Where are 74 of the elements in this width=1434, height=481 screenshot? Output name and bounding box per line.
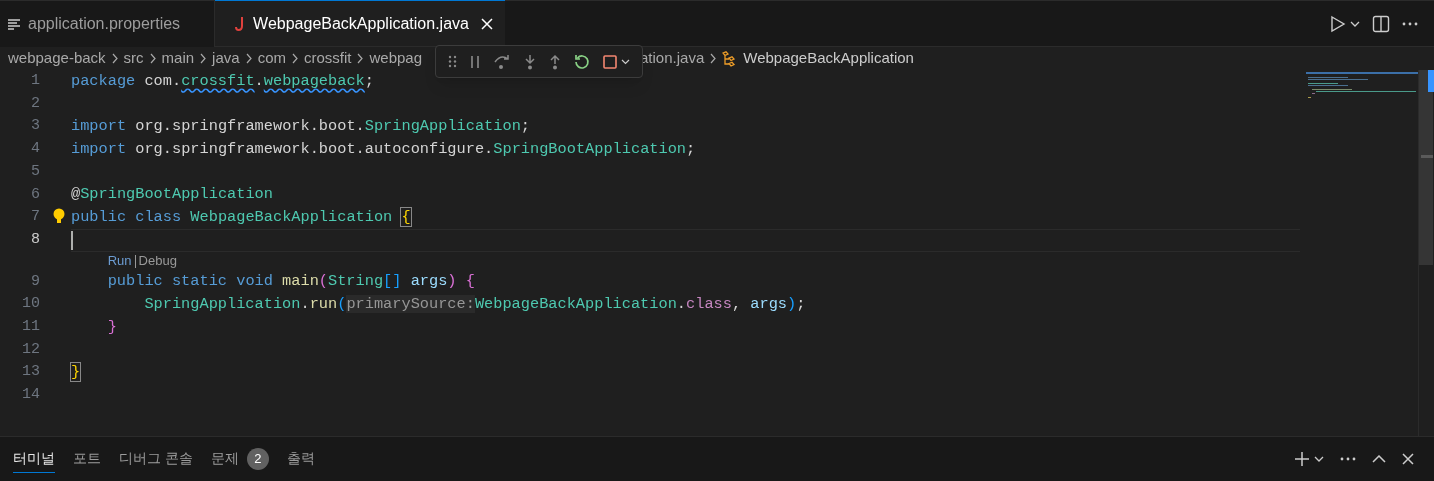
line-number: 11	[21, 316, 40, 337]
count-badge: 2	[246, 447, 269, 470]
editor-tab[interactable]: application.properties	[0, 1, 216, 47]
breadcrumb-item[interactable]: webpage-back	[8, 47, 106, 70]
more-icon[interactable]	[1340, 457, 1356, 461]
chevron-right-icon	[710, 53, 717, 64]
chevron-up-icon[interactable]	[1372, 455, 1386, 463]
breadcrumb-item[interactable]: crossfit	[303, 47, 352, 70]
stop-icon	[603, 54, 617, 69]
line-number: 3	[30, 116, 40, 137]
code-line: public static void main(String[] args) {	[107, 271, 475, 293]
pause-icon[interactable]	[470, 54, 480, 69]
close-icon[interactable]	[1402, 453, 1414, 465]
line-number: 4	[30, 139, 40, 160]
chevron-right-icon	[149, 53, 156, 64]
step-into-icon[interactable]	[524, 53, 536, 70]
run-button[interactable]	[1330, 14, 1360, 33]
split-editor-icon[interactable]	[1372, 14, 1390, 33]
line-number: 2	[30, 93, 40, 114]
step-over-icon[interactable]	[493, 53, 511, 70]
line-number: 13	[21, 362, 40, 383]
line-number: 8	[30, 229, 40, 250]
chevron-down-icon	[1350, 20, 1360, 27]
line-number: 5	[30, 161, 40, 182]
line-number: 12	[21, 339, 40, 360]
breadcrumb-item[interactable]: src	[123, 47, 144, 70]
code-line: public class WebpageBackApplication {	[71, 207, 411, 228]
grip-icon[interactable]	[448, 55, 457, 68]
step-out-icon[interactable]	[549, 53, 561, 70]
code-line: @SpringBootApplication	[71, 184, 273, 206]
chevron-right-icon	[245, 53, 252, 64]
plus-icon	[1294, 451, 1310, 467]
codelens-link[interactable]: Run	[107, 251, 132, 271]
chevron-right-icon	[111, 53, 118, 64]
line-number: 10	[21, 294, 40, 315]
line-number: 6	[30, 184, 40, 205]
line-number: 7	[30, 207, 40, 228]
chevron-right-icon	[200, 53, 207, 64]
chevron-down-icon	[1314, 456, 1324, 462]
new-terminal-button[interactable]	[1294, 451, 1324, 467]
more-icon[interactable]	[1402, 21, 1418, 26]
stop-button[interactable]	[603, 54, 630, 69]
code-line: import org.springframework.boot.autoconfigure.SpringBootApplication;	[71, 138, 696, 160]
line-number: 14	[21, 385, 40, 406]
panel-tab[interactable]: 터미널	[13, 445, 55, 473]
line-number: 1	[30, 71, 40, 92]
chevron-down-icon	[621, 58, 630, 65]
play-icon	[1330, 14, 1346, 33]
panel-tab[interactable]: 디버그 콘솔	[119, 445, 193, 473]
lightbulb-icon[interactable]	[52, 208, 66, 226]
editor-tab[interactable]: WebpageBackApplication.java	[215, 0, 505, 46]
java-file-icon	[235, 16, 246, 31]
chevron-right-icon	[357, 53, 364, 64]
text-cursor	[71, 230, 73, 250]
chevron-right-icon	[291, 53, 298, 64]
code-line: }	[71, 362, 81, 384]
panel-tab[interactable]: 출력	[286, 445, 315, 473]
lines-icon	[8, 18, 20, 30]
code-line: import org.springframework.boot.SpringApplication;	[71, 116, 530, 138]
breadcrumb-item[interactable]: main	[161, 47, 195, 70]
scrollbar[interactable]	[1418, 70, 1434, 436]
code-line: package com.crossfit.webpageback;	[71, 70, 374, 92]
breadcrumb-item[interactable]: ation.java	[640, 47, 705, 70]
restart-icon[interactable]	[574, 53, 590, 70]
panel-tab[interactable]: 포트	[73, 445, 101, 473]
breadcrumb-item[interactable]: webpag	[369, 47, 423, 70]
panel-tab[interactable]: 문제 2	[210, 445, 269, 473]
code-line: SpringApplication.run(primarySource:WebpageBackApplication.class, args);	[144, 294, 806, 316]
codelens-link[interactable]: Debug	[138, 251, 177, 271]
breadcrumb-item[interactable]: WebpageBackApplication	[743, 47, 914, 70]
line-number: 9	[30, 271, 40, 292]
breadcrumb-item[interactable]: java	[212, 47, 240, 70]
code-line: }	[107, 316, 117, 338]
breadcrumb-item[interactable]: com	[257, 47, 286, 70]
